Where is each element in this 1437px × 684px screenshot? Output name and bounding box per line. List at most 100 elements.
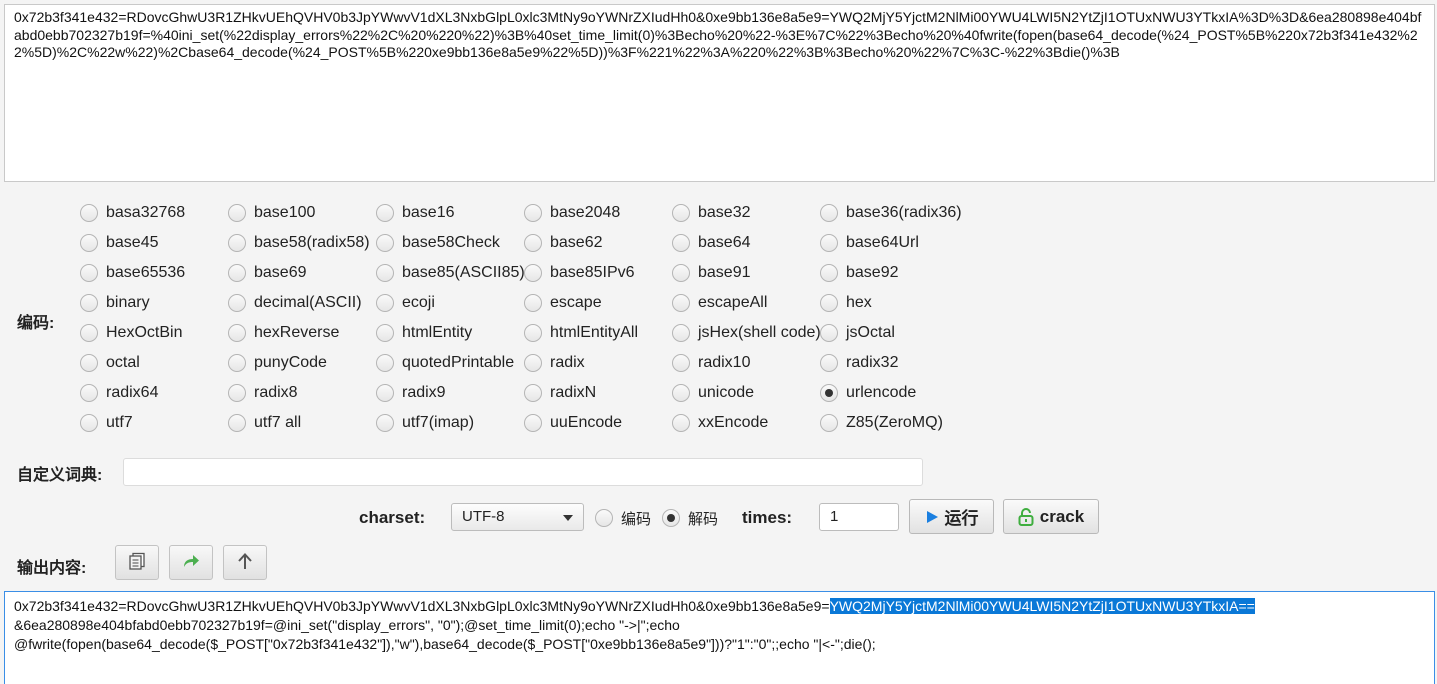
radio-circle <box>376 234 394 252</box>
encode-option-binary[interactable]: binary <box>80 292 150 314</box>
encode-option-quotedprintable[interactable]: quotedPrintable <box>376 352 514 374</box>
encode-option-label: octal <box>106 354 140 371</box>
times-input[interactable]: 1 <box>819 503 899 531</box>
encode-option-escape[interactable]: escape <box>524 292 602 314</box>
radio-circle <box>820 324 838 342</box>
move-up-button[interactable] <box>223 545 267 580</box>
encode-option-base64url[interactable]: base64Url <box>820 232 919 254</box>
radio-circle <box>376 324 394 342</box>
encode-option-label: Z85(ZeroMQ) <box>846 414 943 431</box>
encode-option-label: jsOctal <box>846 324 895 341</box>
encode-option-base85ipv6[interactable]: base85IPv6 <box>524 262 635 284</box>
encode-option-urlencode[interactable]: urlencode <box>820 382 916 404</box>
encode-option-label: base2048 <box>550 204 621 221</box>
encode-option-label: base85(ASCII85) <box>402 264 525 281</box>
radio-circle <box>376 354 394 372</box>
charset-select[interactable]: UTF-8 <box>451 503 584 531</box>
encode-option-hexoctbin[interactable]: HexOctBin <box>80 322 182 344</box>
radio-circle <box>376 384 394 402</box>
radio-circle <box>228 294 246 312</box>
encode-option-utf7[interactable]: utf7 <box>80 412 133 434</box>
chevron-down-icon <box>563 515 573 521</box>
encode-option-hex[interactable]: hex <box>820 292 872 314</box>
custom-dict-input[interactable] <box>123 458 923 486</box>
radio-circle <box>228 414 246 432</box>
encode-option-label: unicode <box>698 384 755 401</box>
encode-option-jshex-shell-code[interactable]: jsHex(shell code) <box>672 322 821 344</box>
encode-option-hexreverse[interactable]: hexReverse <box>228 322 339 344</box>
radio-circle <box>820 234 838 252</box>
mode-encode-label: 编码 <box>621 510 652 528</box>
encode-option-base91[interactable]: base91 <box>672 262 751 284</box>
encode-option-base32[interactable]: base32 <box>672 202 751 224</box>
radio-circle <box>820 264 838 282</box>
encode-option-xxencode[interactable]: xxEncode <box>672 412 768 434</box>
encode-option-htmlentityall[interactable]: htmlEntityAll <box>524 322 638 344</box>
encode-option-base36-radix36[interactable]: base36(radix36) <box>820 202 962 224</box>
encode-option-label: base100 <box>254 204 316 221</box>
encode-option-base45[interactable]: base45 <box>80 232 159 254</box>
radio-circle <box>228 264 246 282</box>
encode-option-radix32[interactable]: radix32 <box>820 352 898 374</box>
encode-option-radix8[interactable]: radix8 <box>228 382 298 404</box>
encode-option-punycode[interactable]: punyCode <box>228 352 327 374</box>
encode-option-label: base85IPv6 <box>550 264 635 281</box>
radio-circle <box>80 354 98 372</box>
encode-option-radix[interactable]: radix <box>524 352 585 374</box>
encode-option-base2048[interactable]: base2048 <box>524 202 620 224</box>
input-textarea[interactable]: 0x72b3f341e432=RDovcGhwU3R1ZHkvUEhQVHV0b… <box>4 4 1435 182</box>
run-button[interactable]: 运行 <box>909 499 994 534</box>
radio-circle <box>228 354 246 372</box>
encode-option-ecoji[interactable]: ecoji <box>376 292 435 314</box>
encode-option-basa32768[interactable]: basa32768 <box>80 202 185 224</box>
copy-button[interactable] <box>115 545 159 580</box>
encode-option-radix9[interactable]: radix9 <box>376 382 446 404</box>
encode-option-radixn[interactable]: radixN <box>524 382 596 404</box>
encode-option-htmlentity[interactable]: htmlEntity <box>376 322 472 344</box>
encode-option-utf7-all[interactable]: utf7 all <box>228 412 301 434</box>
encode-option-label: base36(radix36) <box>846 204 962 221</box>
encode-option-label: base45 <box>106 234 159 251</box>
encode-option-jsoctal[interactable]: jsOctal <box>820 322 895 344</box>
encode-option-label: binary <box>106 294 150 311</box>
encode-option-utf7-imap[interactable]: utf7(imap) <box>376 412 474 434</box>
forward-arrow-icon <box>182 553 200 573</box>
mode-encode-radio-circle <box>595 509 613 527</box>
encode-option-radix10[interactable]: radix10 <box>672 352 750 374</box>
radio-circle <box>376 264 394 282</box>
radio-circle <box>376 414 394 432</box>
radio-circle <box>80 324 98 342</box>
radio-circle <box>80 384 98 402</box>
encode-option-base62[interactable]: base62 <box>524 232 603 254</box>
encode-option-uuencode[interactable]: uuEncode <box>524 412 622 434</box>
encode-option-base92[interactable]: base92 <box>820 262 899 284</box>
encode-option-base64[interactable]: base64 <box>672 232 751 254</box>
encode-option-unicode[interactable]: unicode <box>672 382 754 404</box>
encode-option-base85-ascii85[interactable]: base85(ASCII85) <box>376 262 525 284</box>
encode-option-label: base16 <box>402 204 455 221</box>
encode-option-label: radixN <box>550 384 597 401</box>
encode-option-base58-radix58[interactable]: base58(radix58) <box>228 232 370 254</box>
output-textarea[interactable]: 0x72b3f341e432=RDovcGhwU3R1ZHkvUEhQVHV0b… <box>4 591 1435 684</box>
radio-circle <box>376 294 394 312</box>
mode-encode-radio[interactable]: 编码 <box>595 507 651 529</box>
encode-option-z85-zeromq[interactable]: Z85(ZeroMQ) <box>820 412 943 434</box>
encode-option-base16[interactable]: base16 <box>376 202 455 224</box>
encode-option-radix64[interactable]: radix64 <box>80 382 158 404</box>
encode-option-label: radix10 <box>698 354 751 371</box>
encode-option-base65536[interactable]: base65536 <box>80 262 185 284</box>
encode-option-decimal-ascii[interactable]: decimal(ASCII) <box>228 292 362 314</box>
encode-option-base58check[interactable]: base58Check <box>376 232 500 254</box>
radio-circle <box>524 234 542 252</box>
encode-option-base100[interactable]: base100 <box>228 202 315 224</box>
encode-option-label: escape <box>550 294 602 311</box>
run-button-label: 运行 <box>944 509 979 528</box>
encode-option-octal[interactable]: octal <box>80 352 140 374</box>
encode-option-label: base92 <box>846 264 899 281</box>
forward-button[interactable] <box>169 545 213 580</box>
encode-option-label: punyCode <box>254 354 327 371</box>
crack-button[interactable]: crack <box>1003 499 1099 534</box>
mode-decode-radio[interactable]: 解码 <box>662 507 718 529</box>
encode-option-base69[interactable]: base69 <box>228 262 307 284</box>
encode-option-escapeall[interactable]: escapeAll <box>672 292 767 314</box>
